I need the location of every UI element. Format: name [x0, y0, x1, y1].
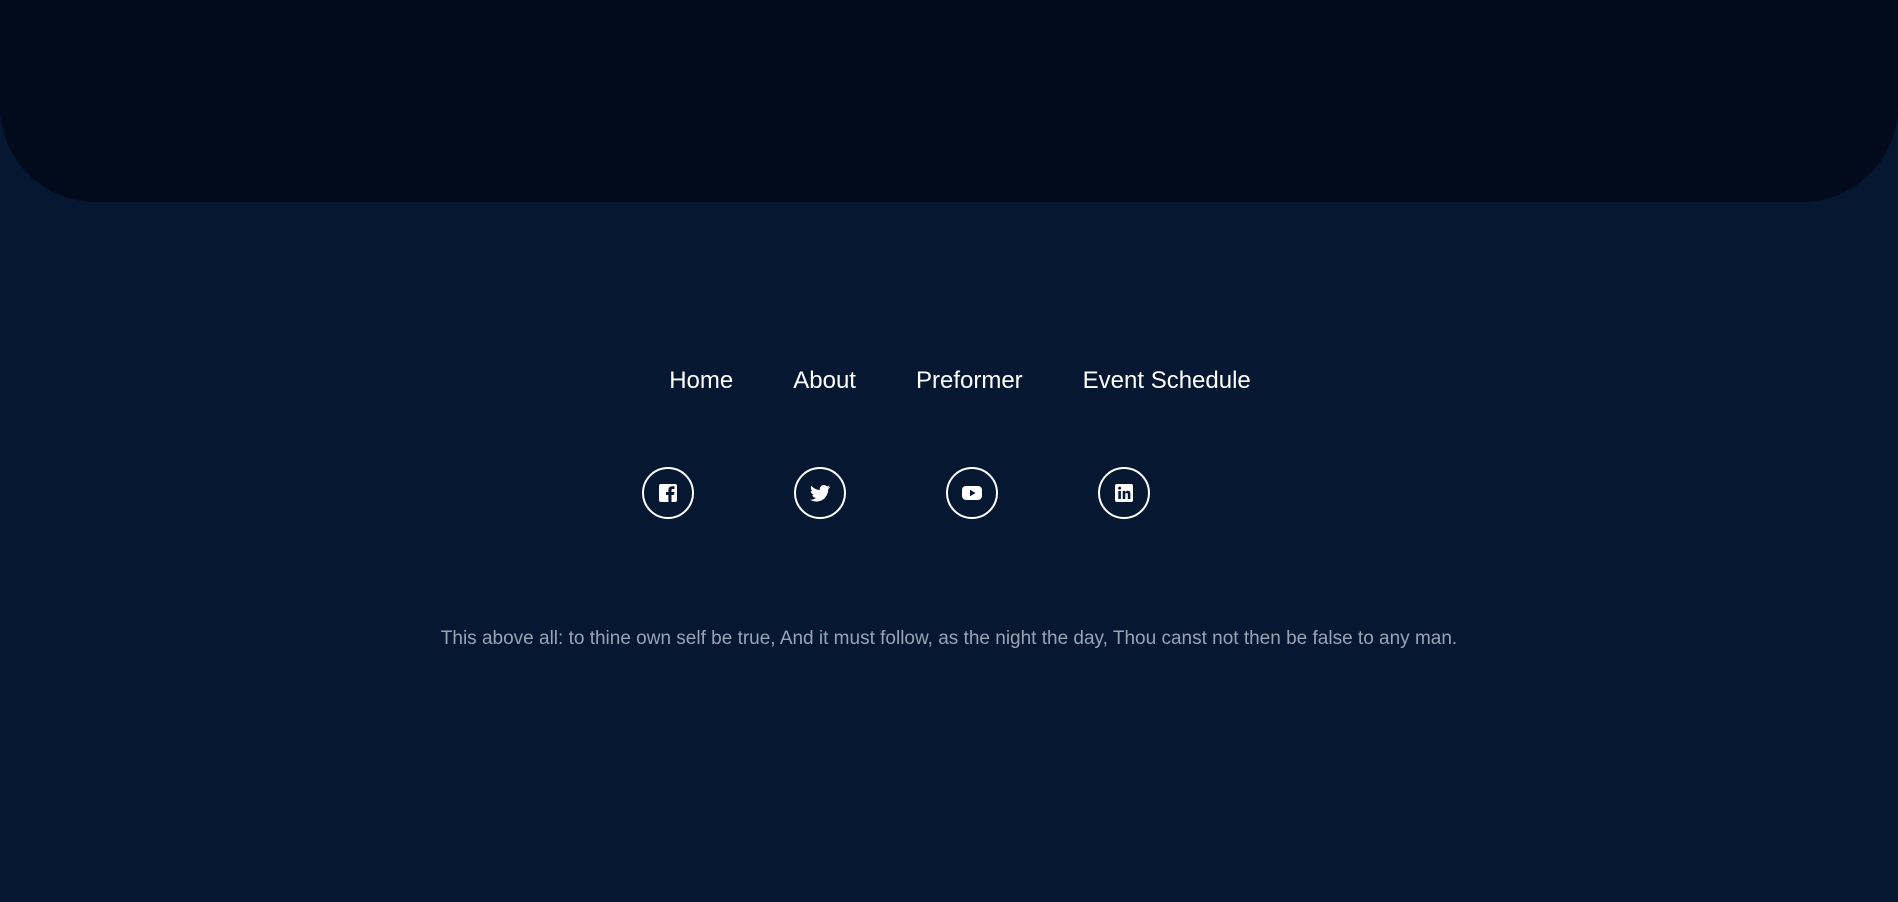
facebook-icon	[659, 484, 677, 502]
linkedin-button[interactable]	[1098, 467, 1150, 519]
twitter-icon	[809, 485, 831, 502]
page: Home About Preformer Event Schedule This…	[0, 0, 1898, 902]
linkedin-icon	[1115, 484, 1133, 502]
youtube-icon	[962, 486, 982, 500]
twitter-button[interactable]	[794, 467, 846, 519]
nav-link-home[interactable]: Home	[669, 363, 733, 399]
nav-link-event-schedule[interactable]: Event Schedule	[1083, 363, 1251, 399]
nav-link-about[interactable]: About	[793, 363, 856, 399]
footer-quote: This above all: to thine own self be tru…	[440, 628, 1458, 649]
facebook-button[interactable]	[642, 467, 694, 519]
social-links	[642, 467, 1150, 519]
footer-nav: Home About Preformer Event Schedule	[0, 363, 1898, 399]
youtube-button[interactable]	[946, 467, 998, 519]
nav-link-preformer[interactable]: Preformer	[916, 363, 1023, 399]
top-panel	[0, 0, 1898, 202]
